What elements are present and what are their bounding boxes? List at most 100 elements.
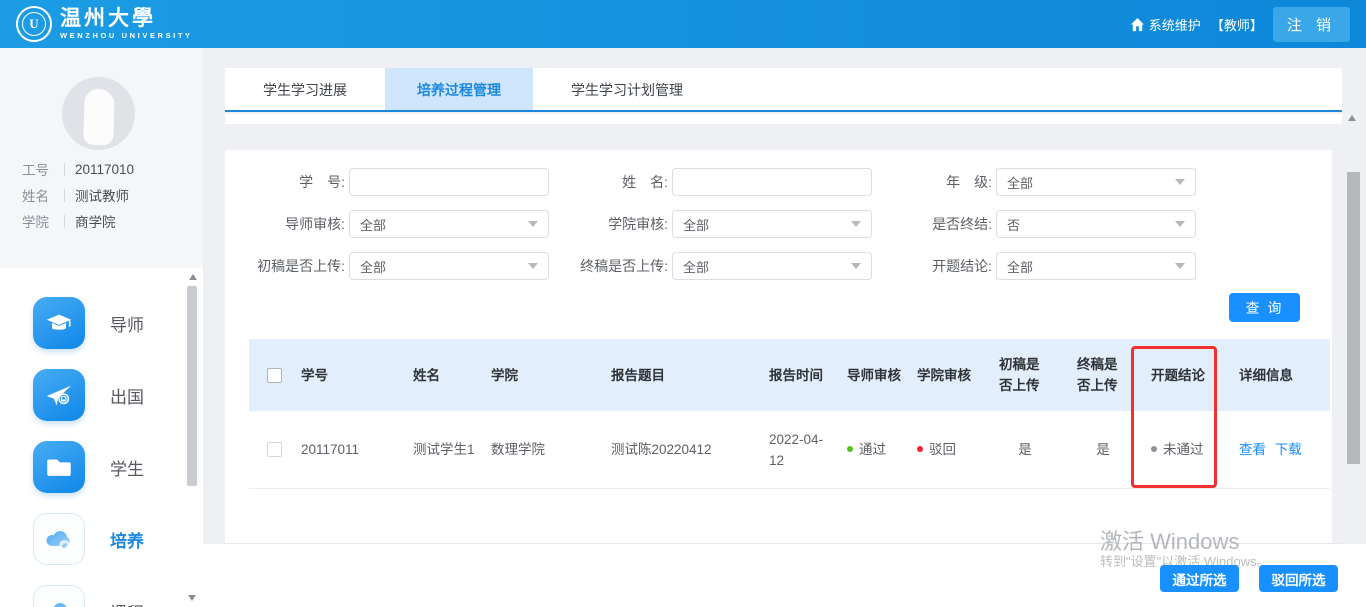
mentor-icon xyxy=(33,297,85,349)
filter-label-name: 姓 名: xyxy=(572,168,668,196)
name-input[interactable] xyxy=(673,169,871,195)
page-root: U 温州大學 WENZHOU UNIVERSITY 系统维护 【教师】 注 销 … xyxy=(0,0,1366,607)
final-uploaded-select[interactable]: 全部 xyxy=(672,252,872,280)
top-header-bar: U 温州大學 WENZHOU UNIVERSITY 系统维护 【教师】 注 销 xyxy=(0,0,1366,48)
cell-college: 数理学院 xyxy=(479,439,599,460)
tab-cultivation-process[interactable]: 培养过程管理 xyxy=(385,68,533,110)
filter-label-grade: 年 级: xyxy=(896,168,992,196)
course-icon xyxy=(33,585,85,607)
cell-draft-uploaded: 是 xyxy=(987,439,1065,460)
download-link[interactable]: 下载 xyxy=(1275,442,1302,457)
chevron-down-icon xyxy=(528,221,538,227)
grade-select[interactable]: 全部 xyxy=(996,168,1196,196)
tab-bar: 学生学习进展 培养过程管理 学生学习计划管理 xyxy=(225,68,1342,112)
tab-study-plan[interactable]: 学生学习计划管理 xyxy=(539,68,715,110)
chevron-down-icon xyxy=(1175,221,1185,227)
sidebar-scrollbar[interactable] xyxy=(186,270,199,605)
col-final-uploaded: 终稿是否上传 xyxy=(1065,354,1139,396)
results-table: 学号 姓名 学院 报告题目 报告时间 导师审核 学院审核 初稿是否上传 终稿是否… xyxy=(249,339,1330,489)
filter-label-proposal-result: 开题结论: xyxy=(896,252,992,280)
col-name: 姓名 xyxy=(401,365,479,386)
col-proposal-result: 开题结论 xyxy=(1139,365,1227,386)
table-row: 20117011 测试学生1 数理学院 测试陈20220412 2022-04-… xyxy=(249,411,1330,489)
logout-button[interactable]: 注 销 xyxy=(1273,7,1350,42)
mentor-review-select[interactable]: 全部 xyxy=(349,210,549,238)
col-college-review: 学院审核 xyxy=(905,365,987,386)
content-panel: 学 号: 姓 名: 年 级: 全部 导师审核: 全部 学院审核: 全部 是否终结… xyxy=(225,150,1332,543)
role-badge: 【教师】 xyxy=(1211,15,1263,34)
student-id-input[interactable] xyxy=(350,169,548,195)
cell-name: 测试学生1 xyxy=(401,439,479,460)
cell-student-id: 20117011 xyxy=(289,439,401,460)
cell-report-title: 测试陈20220412 xyxy=(599,439,757,460)
sidebar-item-abroad[interactable]: 出国 xyxy=(0,359,180,431)
terminated-select[interactable]: 否 xyxy=(996,210,1196,238)
profile-card: 工号 20117010 姓名 测试教师 学院 商学院 xyxy=(0,48,203,268)
filter-label-draft-uploaded: 初稿是否上传: xyxy=(249,252,345,280)
col-detail-info: 详细信息 xyxy=(1227,365,1330,386)
select-all-checkbox[interactable] xyxy=(267,368,282,383)
draft-uploaded-select[interactable]: 全部 xyxy=(349,252,549,280)
chevron-down-icon xyxy=(851,263,861,269)
chevron-down-icon xyxy=(1175,179,1185,185)
university-emblem-icon: U xyxy=(16,6,52,42)
chevron-down-icon xyxy=(1175,263,1185,269)
top-nav: 系统维护 【教师】 注 销 xyxy=(1130,7,1350,42)
filter-label-college-review: 学院审核: xyxy=(572,210,668,238)
status-pending-dot xyxy=(1151,446,1157,452)
cell-report-date: 2022-04-12 xyxy=(757,429,835,471)
sidebar-item-mentor[interactable]: 导师 xyxy=(0,287,180,359)
cell-mentor-review: 通过 xyxy=(835,439,905,460)
home-icon xyxy=(1130,17,1145,32)
sidebar-item-cultivate[interactable]: 培养 xyxy=(0,503,180,575)
approve-selected-button[interactable]: 通过所选 xyxy=(1160,565,1239,592)
sidebar: 工号 20117010 姓名 测试教师 学院 商学院 xyxy=(0,48,203,607)
tab-study-progress[interactable]: 学生学习进展 xyxy=(231,68,379,110)
main-scroll-up-icon[interactable] xyxy=(1348,115,1356,121)
status-pass-dot xyxy=(847,446,853,452)
table-header-row: 学号 姓名 学院 报告题目 报告时间 导师审核 学院审核 初稿是否上传 终稿是否… xyxy=(249,339,1330,411)
main-scroll-thumb[interactable] xyxy=(1347,172,1360,464)
sidebar-item-student[interactable]: 学生 xyxy=(0,431,180,503)
name-input-wrap xyxy=(672,168,872,196)
cultivate-icon xyxy=(33,513,85,565)
student-icon xyxy=(33,441,85,493)
proposal-result-select[interactable]: 全部 xyxy=(996,252,1196,280)
col-report-date: 报告时间 xyxy=(757,365,835,386)
row-checkbox[interactable] xyxy=(267,442,282,457)
query-button[interactable]: 查 询 xyxy=(1229,293,1300,322)
filter-label-final-uploaded: 终稿是否上传: xyxy=(572,252,668,280)
university-name: 温州大學 xyxy=(60,8,193,29)
cell-college-review: 驳回 xyxy=(905,439,987,460)
status-reject-dot xyxy=(917,446,923,452)
college-review-select[interactable]: 全部 xyxy=(672,210,872,238)
student-id-input-wrap xyxy=(349,168,549,196)
col-report-title: 报告题目 xyxy=(599,365,757,386)
sidebar-scroll-thumb[interactable] xyxy=(187,286,197,486)
profile-name: 姓名 测试教师 xyxy=(22,182,192,208)
scroll-up-icon[interactable] xyxy=(189,274,197,280)
chevron-down-icon xyxy=(851,221,861,227)
university-logo: U 温州大學 WENZHOU UNIVERSITY xyxy=(16,6,193,42)
cell-detail-actions: 查看 下载 xyxy=(1227,439,1330,460)
cell-proposal-result: 未通过 xyxy=(1139,439,1227,460)
university-name-en: WENZHOU UNIVERSITY xyxy=(60,32,193,40)
tab-bar-underlay xyxy=(225,114,1342,124)
cell-final-uploaded: 是 xyxy=(1065,439,1139,460)
view-link[interactable]: 查看 xyxy=(1239,442,1266,457)
filter-label-terminated: 是否终结: xyxy=(896,210,992,238)
scroll-down-icon[interactable] xyxy=(188,595,196,601)
chevron-down-icon xyxy=(528,263,538,269)
col-student-id: 学号 xyxy=(289,365,401,386)
abroad-icon xyxy=(33,369,85,421)
col-college: 学院 xyxy=(479,365,599,386)
sidebar-menu: 导师 出国 学生 培养 xyxy=(0,268,203,607)
profile-college: 学院 商学院 xyxy=(22,208,192,234)
sidebar-item-course[interactable]: 课程 xyxy=(0,575,180,607)
nav-system-maintenance[interactable]: 系统维护 xyxy=(1149,15,1201,34)
avatar-silhouette xyxy=(83,88,115,145)
reject-selected-button[interactable]: 驳回所选 xyxy=(1259,565,1338,592)
col-draft-uploaded: 初稿是否上传 xyxy=(987,354,1065,396)
avatar xyxy=(62,77,135,150)
filter-label-student-id: 学 号: xyxy=(249,168,345,196)
